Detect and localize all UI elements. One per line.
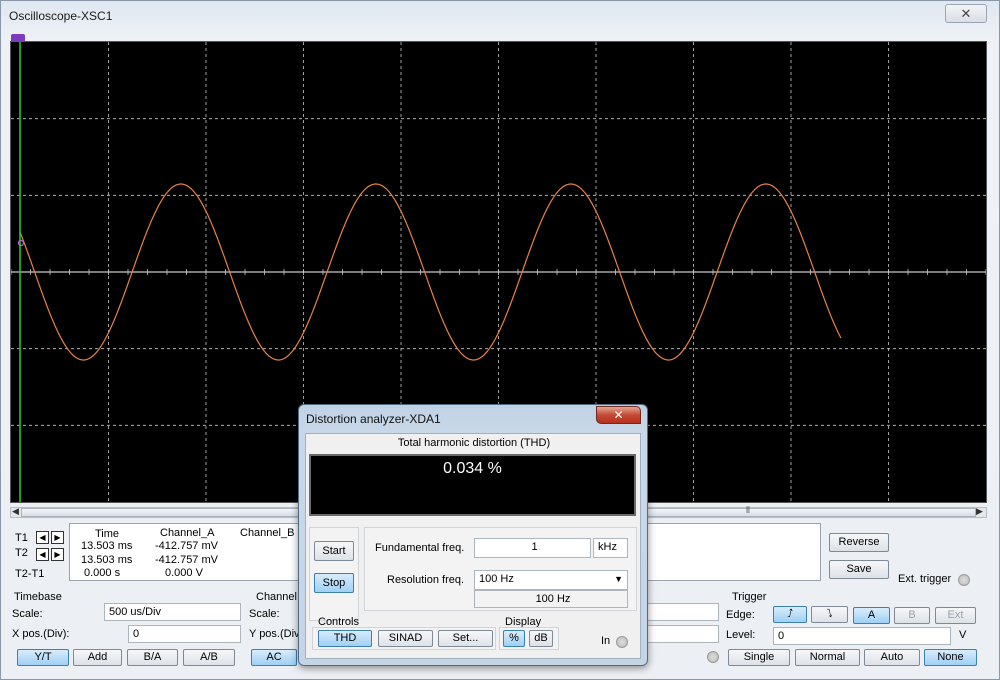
x-position-field[interactable]: 0 bbox=[128, 625, 241, 643]
channel-b-terminal[interactable] bbox=[707, 651, 719, 663]
close-analyzer-button[interactable]: ✕ bbox=[596, 406, 641, 424]
trigger-level-field[interactable]: 0 bbox=[773, 627, 951, 645]
ext-trigger-label: Ext. trigger bbox=[898, 573, 952, 585]
timebase-scale-label: Scale: bbox=[12, 608, 43, 620]
col-header-channel-b: Channel_B bbox=[240, 527, 295, 539]
start-button[interactable]: Start bbox=[314, 541, 354, 561]
ac-coupling-button[interactable]: AC bbox=[251, 649, 297, 666]
t1-right-button[interactable]: ▶ bbox=[51, 531, 64, 544]
close-icon: ✕ bbox=[960, 6, 972, 21]
input-label: In bbox=[601, 635, 611, 647]
timebase-scale-field[interactable]: 500 us/Div bbox=[104, 603, 241, 621]
sinad-button[interactable]: SINAD bbox=[378, 630, 433, 647]
trigger-source-a-button[interactable]: A bbox=[853, 607, 890, 624]
channel-a-title: Channel bbox=[256, 591, 297, 603]
rising-edge-icon: ⭜ bbox=[787, 608, 793, 620]
trigger-none-button[interactable]: None bbox=[924, 649, 977, 666]
t1-left-button[interactable]: ◀ bbox=[36, 531, 49, 544]
arrow-left-icon: ◀ bbox=[39, 550, 46, 559]
t1-time: 13.503 ms bbox=[81, 540, 133, 552]
edge-label: Edge: bbox=[726, 609, 755, 621]
y-position-label: Y pos.(Div bbox=[249, 628, 300, 640]
close-window-button[interactable]: ✕ bbox=[945, 4, 987, 23]
arrow-right-icon: ▶ bbox=[54, 550, 61, 559]
trigger-source-ext-button[interactable]: Ext bbox=[935, 607, 976, 624]
t2-left-button[interactable]: ◀ bbox=[36, 548, 49, 561]
percent-button[interactable]: % bbox=[503, 630, 525, 647]
level-unit-label: V bbox=[959, 629, 967, 641]
arrow-right-icon: ▶ bbox=[54, 533, 61, 542]
level-label: Level: bbox=[726, 629, 756, 641]
scroll-right-icon[interactable]: ▶ bbox=[976, 506, 983, 517]
t2-t1-label: T2-T1 bbox=[15, 568, 45, 580]
distortion-analyzer-title: Distortion analyzer-XDA1 bbox=[306, 412, 441, 426]
resolution-freq-select[interactable]: 100 Hz ▼ bbox=[474, 570, 628, 590]
thd-button[interactable]: THD bbox=[318, 630, 372, 647]
thd-caption: Total harmonic distortion (THD) bbox=[397, 437, 551, 449]
scrollbar-grip-icon: ⦀ bbox=[746, 505, 750, 515]
thd-display: 0.034 % bbox=[309, 454, 636, 516]
ba-mode-button[interactable]: B/A bbox=[127, 649, 178, 666]
t2-time: 13.503 ms bbox=[81, 554, 133, 566]
distortion-analyzer-window: Distortion analyzer-XDA1 ✕ Total harmoni… bbox=[298, 404, 648, 666]
col-header-time: Time bbox=[95, 528, 120, 540]
channel-a-scale-label: Scale: bbox=[249, 608, 280, 620]
trigger-auto-button[interactable]: Auto bbox=[864, 649, 920, 666]
fundamental-freq-field[interactable]: 1 bbox=[474, 538, 591, 558]
yt-mode-button[interactable]: Y/T bbox=[17, 649, 69, 666]
t2-channel-a: -412.757 mV bbox=[155, 554, 218, 566]
trigger-single-button[interactable]: Single bbox=[728, 649, 790, 666]
trigger-normal-button[interactable]: Normal bbox=[795, 649, 860, 666]
window-title: Oscilloscope-XSC1 bbox=[9, 9, 113, 23]
scroll-left-icon[interactable]: ◀ bbox=[12, 506, 19, 517]
save-button[interactable]: Save bbox=[829, 560, 889, 579]
x-position-label: X pos.(Div): bbox=[12, 628, 70, 640]
close-icon: ✕ bbox=[613, 408, 624, 422]
chevron-down-icon: ▼ bbox=[614, 574, 623, 584]
set-button[interactable]: Set... bbox=[438, 630, 493, 647]
ext-trigger-terminal[interactable] bbox=[958, 574, 970, 586]
t2-t1-channel-a: 0.000 V bbox=[165, 567, 203, 579]
t1-label: T1 bbox=[15, 532, 28, 544]
cursor-handle-icon[interactable] bbox=[11, 34, 25, 42]
t2-label: T2 bbox=[15, 547, 28, 559]
trigger-title: Trigger bbox=[732, 591, 767, 603]
fundamental-unit-field[interactable]: kHz bbox=[593, 538, 628, 558]
timebase-title: Timebase bbox=[14, 591, 62, 603]
add-mode-button[interactable]: Add bbox=[73, 649, 122, 666]
reverse-button[interactable]: Reverse bbox=[829, 533, 889, 552]
t1-channel-a: -412.757 mV bbox=[155, 540, 218, 552]
falling-edge-button[interactable]: ⭝ bbox=[811, 606, 848, 623]
channel-b-scale-field[interactable] bbox=[647, 603, 719, 621]
t2-t1-time: 0.000 s bbox=[84, 567, 121, 579]
rising-edge-button[interactable]: ⭜ bbox=[773, 606, 807, 623]
col-header-channel-a: Channel_A bbox=[160, 527, 215, 539]
channel-b-ypos-field[interactable] bbox=[647, 625, 719, 643]
resolution-freq-label: Resolution freq. bbox=[387, 574, 465, 586]
resolution-freq-value: 100 Hz bbox=[479, 573, 514, 585]
fundamental-freq-label: Fundamental freq. bbox=[375, 542, 465, 554]
arrow-left-icon: ◀ bbox=[39, 533, 46, 542]
stop-button[interactable]: Stop bbox=[314, 573, 354, 593]
analyzer-body: Total harmonic distortion (THD) 0.034 % … bbox=[305, 433, 641, 659]
input-terminal[interactable] bbox=[616, 636, 628, 648]
thd-value: 0.034 % bbox=[443, 460, 502, 477]
resolution-readout: 100 Hz bbox=[474, 590, 628, 608]
falling-edge-icon: ⭝ bbox=[826, 608, 833, 620]
trigger-source-b-button[interactable]: B bbox=[894, 607, 930, 624]
db-button[interactable]: dB bbox=[529, 630, 553, 647]
ab-mode-button[interactable]: A/B bbox=[183, 649, 235, 666]
t2-right-button[interactable]: ▶ bbox=[51, 548, 64, 561]
